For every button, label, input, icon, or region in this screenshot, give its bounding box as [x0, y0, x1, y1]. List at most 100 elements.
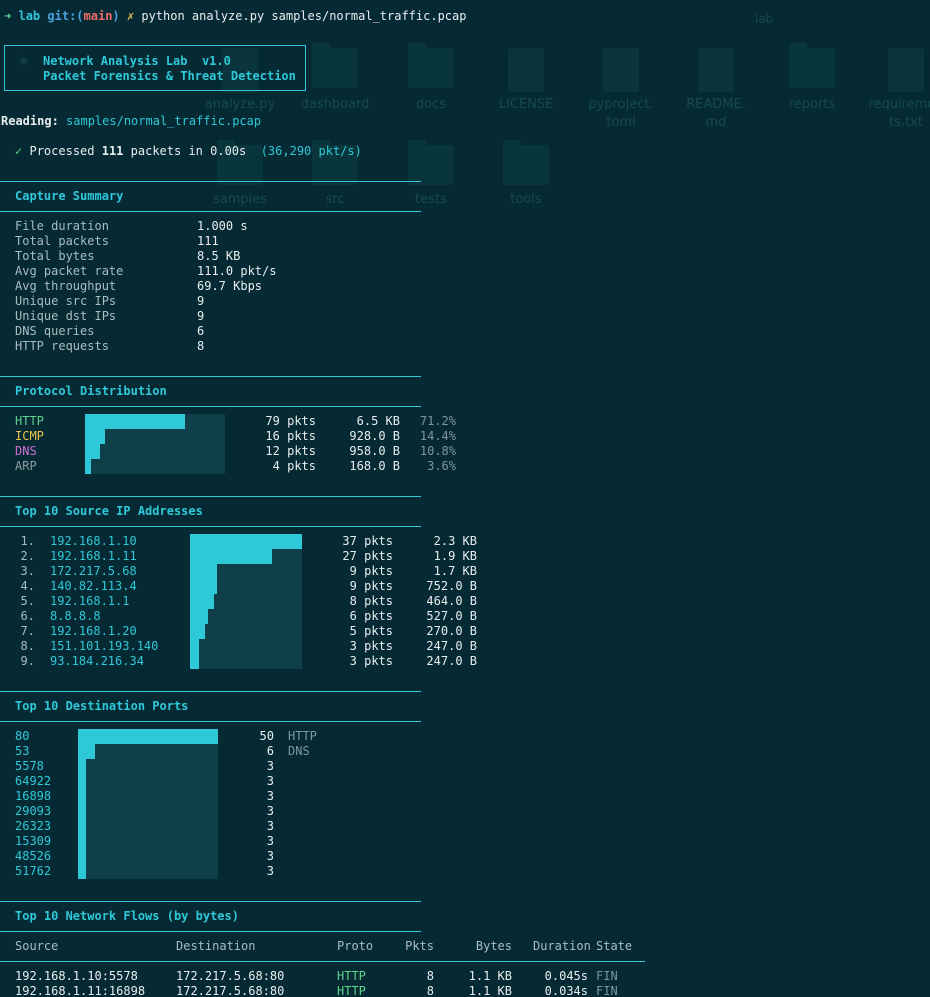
- protocol-pkts: 16 pkts: [265, 429, 316, 443]
- flows-title: Top 10 Network Flows (by bytes): [15, 909, 239, 923]
- protocol-name: DNS: [15, 444, 37, 458]
- check-icon: ✓: [15, 144, 23, 158]
- dst-port-number: 15309: [15, 834, 52, 848]
- flow-source: 192.168.1.11:16898: [15, 984, 146, 997]
- summary-value: 9: [197, 294, 205, 308]
- ghost-file-label: README. md: [686, 97, 746, 130]
- flows-header-rule: [0, 961, 645, 962]
- src-ip-address: 8.8.8.8: [50, 609, 101, 623]
- protocol-bytes: 958.0 B: [349, 444, 400, 458]
- flows-header-bytes: Bytes: [475, 939, 512, 953]
- dst-port-bar: [78, 789, 86, 804]
- protocol-bar: [85, 414, 185, 429]
- summary-value: 69.7 Kbps: [197, 279, 263, 293]
- dst-port-number: 16898: [15, 789, 52, 803]
- dst-port-service: HTTP: [288, 729, 317, 743]
- reading-line: Reading: samples/normal_traffic.pcap: [1, 114, 261, 129]
- flow-proto: HTTP: [337, 984, 366, 997]
- ghost-file-label: reports: [788, 97, 836, 112]
- summary-value: 6: [197, 324, 205, 338]
- src-ip-rank: 6.: [20, 609, 35, 623]
- src-ip-title: Top 10 Source IP Addresses: [15, 504, 203, 518]
- ghost-file-icon: [698, 48, 734, 92]
- flow-bytes: 1.1 KB: [468, 969, 512, 983]
- protocol-rule-top: [0, 376, 421, 377]
- summary-value: 111.0 pkt/s: [197, 264, 277, 278]
- dst-port-title: Top 10 Destination Ports: [15, 699, 189, 713]
- flow-pkts: 8: [426, 969, 434, 983]
- ghost-file-label: requiremen ts.txt: [868, 97, 930, 130]
- src-ip-bar: [190, 609, 208, 624]
- src-ip-rank: 8.: [20, 639, 35, 653]
- ghost-file-icon: [508, 48, 544, 92]
- src-ip-rank: 9.: [20, 654, 35, 668]
- summary-value: 111: [197, 234, 219, 248]
- prompt-branch: main: [83, 9, 113, 23]
- src-ip-rule-bottom: [0, 526, 421, 527]
- src-ip-bar: [190, 549, 272, 564]
- src-ip-bytes: 752.0 B: [426, 579, 477, 593]
- dst-port-bar: [78, 819, 86, 834]
- capture-summary-title: Capture Summary: [15, 189, 124, 203]
- prompt-git-label: git:(: [47, 9, 84, 23]
- src-ip-rank: 4.: [20, 579, 35, 593]
- src-ip-bytes: 247.0 B: [426, 639, 477, 653]
- processed-count: 111: [101, 144, 124, 158]
- src-ip-address: 93.184.216.34: [50, 654, 144, 668]
- summary-label: Avg packet rate: [15, 264, 124, 278]
- dst-port-count: 3: [266, 789, 274, 803]
- dst-port-number: 5578: [15, 759, 44, 773]
- ghost-file-label: samples: [212, 192, 268, 207]
- dst-port-bar: [78, 744, 95, 759]
- dst-port-bar: [78, 804, 86, 819]
- dst-port-number: 26323: [15, 819, 52, 833]
- src-ip-pkts: 3 pkts: [349, 639, 393, 653]
- prompt-dir: lab: [18, 9, 41, 23]
- src-ip-bytes: 464.0 B: [426, 594, 477, 608]
- ghost-file-label: src: [325, 192, 345, 207]
- src-ip-rank: 5.: [20, 594, 35, 608]
- flows-header-proto: Proto: [337, 939, 374, 953]
- dst-port-count: 3: [266, 864, 274, 878]
- dst-port-count: 3: [266, 774, 274, 788]
- flow-duration: 0.034s: [544, 984, 588, 997]
- capture-summary-rule-bottom: [0, 211, 421, 212]
- src-ip-bytes: 270.0 B: [426, 624, 477, 638]
- prompt-command: python analyze.py samples/normal_traffic…: [141, 9, 467, 23]
- ghost-file-label: analyze.py: [204, 97, 276, 112]
- protocol-bar: [85, 429, 105, 444]
- processed-line: ✓ Processed 111 packets in 0.00s (36,290…: [15, 144, 362, 159]
- src-ip-bytes: 1.9 KB: [433, 549, 477, 563]
- summary-label: File duration: [15, 219, 109, 233]
- dst-port-number: 64922: [15, 774, 52, 788]
- src-ip-pkts: 3 pkts: [349, 654, 393, 668]
- protocol-bytes: 6.5 KB: [356, 414, 400, 428]
- dst-port-bar: [78, 729, 218, 744]
- dst-port-count: 3: [266, 759, 274, 773]
- flow-source: 192.168.1.10:5578: [15, 969, 138, 983]
- ghost-file-label: tools: [510, 192, 542, 207]
- flows-rule-bottom: [0, 931, 421, 932]
- protocol-name: ICMP: [15, 429, 44, 443]
- src-ip-bar: [190, 534, 302, 549]
- src-ip-bar: [190, 579, 217, 594]
- banner-subtitle: Packet Forensics & Threat Detection: [43, 69, 296, 83]
- flows-header-pkts: Pkts: [405, 939, 434, 953]
- dst-port-bar-track: [78, 729, 218, 879]
- src-ip-address: 172.217.5.68: [50, 564, 137, 578]
- protocol-pkts: 12 pkts: [265, 444, 316, 458]
- flows-header-source: Source: [15, 939, 59, 953]
- dst-port-service: DNS: [288, 744, 310, 758]
- flow-state: FIN: [596, 969, 618, 983]
- src-ip-pkts: 37 pkts: [342, 534, 393, 548]
- src-ip-bar: [190, 624, 205, 639]
- src-ip-pkts: 27 pkts: [342, 549, 393, 563]
- flow-bytes: 1.1 KB: [468, 984, 512, 997]
- src-ip-bytes: 247.0 B: [426, 654, 477, 668]
- protocol-bar: [85, 459, 91, 474]
- capture-summary-rule-top: [0, 181, 421, 182]
- flow-pkts: 8: [426, 984, 434, 997]
- ghost-file-label: LICENSE: [498, 97, 554, 112]
- dst-port-bar: [78, 864, 86, 879]
- protocol-name: ARP: [15, 459, 37, 473]
